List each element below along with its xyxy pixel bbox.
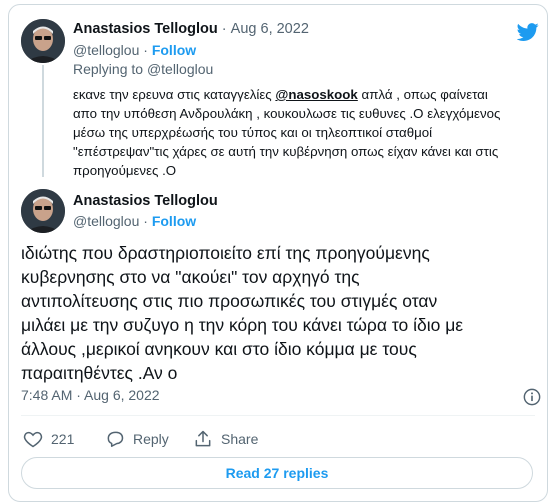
follow-button[interactable]: Follow <box>152 213 196 229</box>
tweet1-line-5: προηγούμενες .Ο <box>73 163 177 178</box>
author-handle[interactable]: @telloglou <box>73 42 139 58</box>
divider <box>21 415 535 416</box>
like-count: 221 <box>51 431 75 447</box>
author-name[interactable]: Anastasios Telloglou <box>73 193 218 209</box>
separator: · <box>143 42 148 58</box>
heart-icon <box>23 431 43 448</box>
tweet1-text-segment: απλά , οπως φαίνεται <box>357 87 488 102</box>
author-name-row: Anastasios Telloglou · Aug 6, 2022 <box>73 21 309 37</box>
tweet1-line-4: "επέστρεψαν"τις χάρες σε αυτή την κυβέρν… <box>73 144 499 159</box>
tweet2-line-2: κυβερνησης στο να "ακούει" τον αρχηγό τη… <box>21 267 360 287</box>
share-icon <box>195 430 211 447</box>
share-button[interactable]: Share <box>193 429 258 449</box>
like-button[interactable]: 221 <box>23 429 74 449</box>
reply-icon <box>107 431 124 447</box>
tweet2-line-1: ιδιώτης που δραστηριοποιείτο επί της προ… <box>21 243 430 263</box>
reply-label: Reply <box>133 431 169 447</box>
tweet1-line-1: εκανε την ερευνα στις καταγγελίες @nasos… <box>73 85 488 104</box>
tweet2-line-5: άλλους ,μερικοί ανηκουν και στο ίδιο κόμ… <box>21 339 417 359</box>
tweet-embed-card: Anastasios Telloglou · Aug 6, 2022 @tell… <box>8 4 548 502</box>
read-replies-button[interactable]: Read 27 replies <box>21 457 533 489</box>
reply-button[interactable]: Reply <box>105 429 169 449</box>
handle-row: @telloglou · Follow <box>73 42 196 58</box>
twitter-bird-icon[interactable] <box>516 21 539 43</box>
tweet2-line-6: παραιτηθέντες .Αν ο <box>21 363 178 383</box>
author-handle[interactable]: @telloglou <box>73 213 139 229</box>
replying-prefix: Replying to <box>73 61 144 77</box>
handle-row: @telloglou · Follow <box>73 213 196 229</box>
author-avatar[interactable] <box>21 19 65 63</box>
tweet2-line-4: μιλάει με την συζυγο η την κόρη του κάνε… <box>21 315 464 335</box>
tweet1-line-3: μέσω της υπερχρέωσής του τύπος και οι τη… <box>73 125 433 140</box>
author-name[interactable]: Anastasios Telloglou <box>73 21 218 37</box>
author-avatar[interactable] <box>21 189 65 233</box>
separator: · <box>221 21 227 37</box>
tweet1-text-segment: εκανε την ερευνα στις καταγγελίες <box>73 87 276 102</box>
read-replies-label: Read 27 replies <box>225 465 329 481</box>
tweet1-line-2: απο την υπόθεση Ανδρουλάκη , κουκουλωσε … <box>73 106 501 121</box>
thread-connector-line <box>42 65 44 177</box>
replying-handle[interactable]: @telloglou <box>147 61 213 77</box>
follow-button[interactable]: Follow <box>152 42 196 58</box>
separator: · <box>143 213 148 229</box>
tweet2-line-3: αντιπολίτευσης στις πιο προσωπικές του σ… <box>21 291 438 311</box>
replying-to: Replying to @telloglou <box>73 61 213 77</box>
tweet-date[interactable]: Aug 6, 2022 <box>231 21 309 37</box>
mention-link[interactable]: @nasoskook <box>275 87 357 102</box>
share-label: Share <box>221 431 259 447</box>
tweet-timestamp[interactable]: 7:48 AM · Aug 6, 2022 <box>21 387 160 403</box>
info-icon[interactable] <box>523 388 541 406</box>
